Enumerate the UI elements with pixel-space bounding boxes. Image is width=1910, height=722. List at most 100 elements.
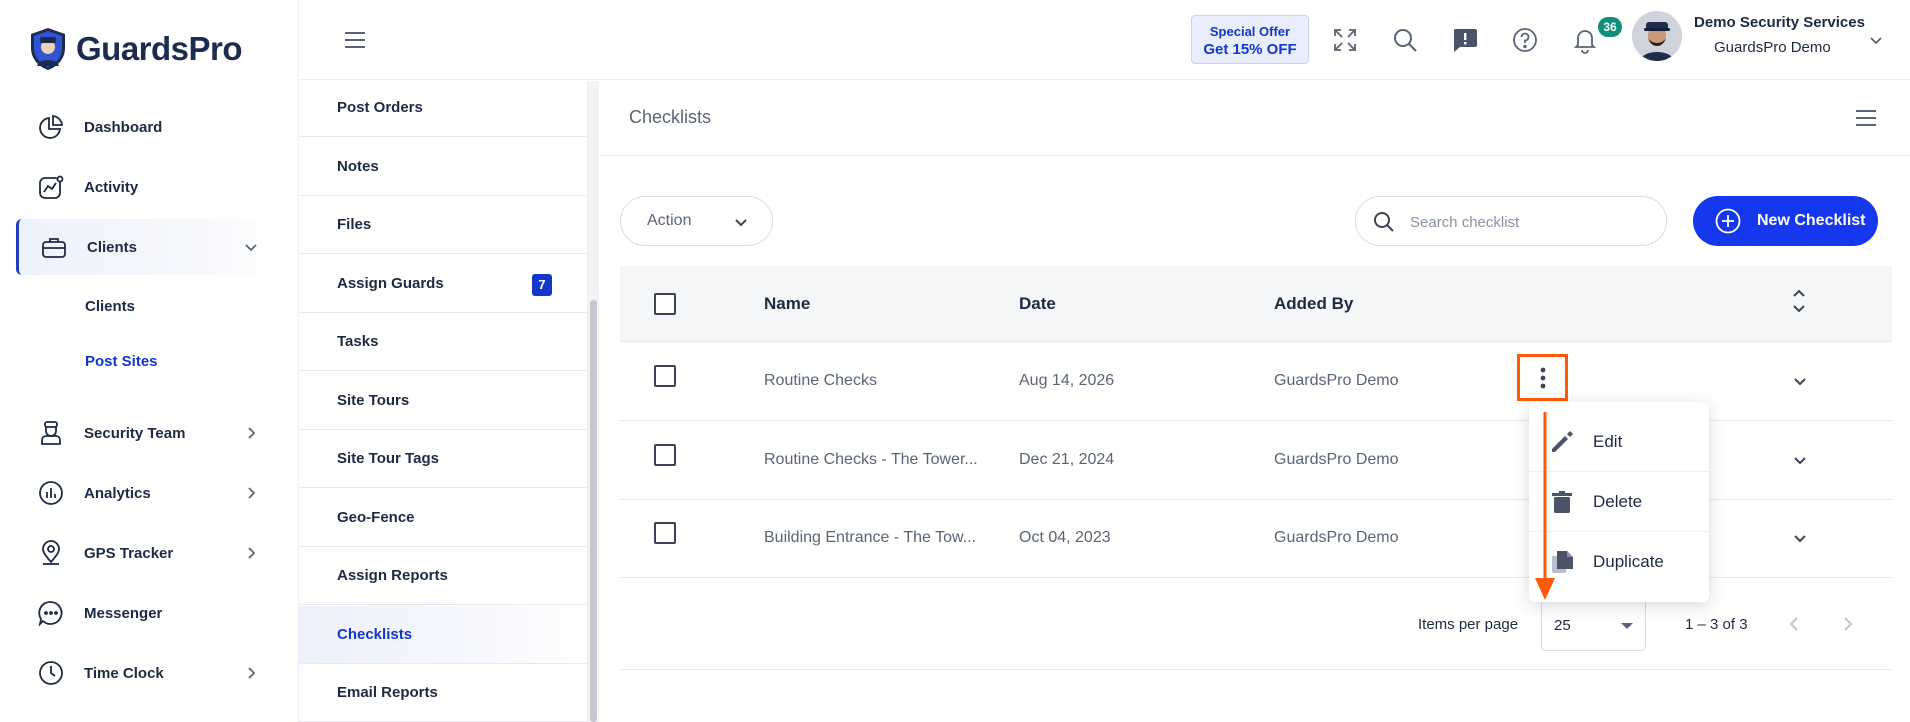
expand-row-chevron-icon[interactable]	[1791, 372, 1809, 390]
cell-added-by: GuardsPro Demo	[1274, 372, 1399, 389]
next-page-icon[interactable]	[1837, 614, 1857, 634]
sidebar-item-label: GPS Tracker	[84, 544, 174, 562]
select-all-checkbox[interactable]	[654, 293, 676, 315]
pagination-range: 1 – 3 of 3	[1685, 616, 1748, 633]
chevron-down-icon	[735, 219, 747, 227]
sort-icon[interactable]	[1790, 287, 1808, 315]
assign-guards-count-badge: 7	[532, 274, 552, 296]
search-box[interactable]	[1355, 196, 1667, 246]
sidebar-item-messenger[interactable]: Messenger	[16, 585, 278, 641]
items-per-page-value: 25	[1554, 617, 1571, 634]
clock-icon	[36, 658, 66, 688]
sidebar-item-label: Security Team	[84, 424, 186, 442]
pencil-icon	[1552, 430, 1573, 452]
menu-icon[interactable]	[1854, 108, 1878, 128]
menu-item-delete[interactable]: Delete	[1529, 472, 1709, 532]
pie-chart-icon	[36, 112, 66, 142]
user-avatar-icon	[1632, 11, 1682, 61]
subnav-item-site-tours[interactable]: Site Tours	[299, 372, 587, 430]
row-checkbox[interactable]	[654, 522, 676, 544]
sidebar-item-analytics[interactable]: Analytics	[16, 465, 278, 521]
subnav-item-assign-reports[interactable]: Assign Reports	[299, 547, 587, 605]
cell-date: Dec 21, 2024	[1019, 451, 1115, 468]
cell-date: Aug 14, 2026	[1019, 372, 1115, 389]
subnav-item-label: Assign Guards	[337, 275, 444, 292]
menu-item-edit[interactable]: Edit	[1529, 412, 1709, 472]
activity-chart-icon	[36, 172, 66, 202]
subnav-scrollbar-thumb[interactable]	[590, 300, 597, 722]
sidebar-item-label: Messenger	[84, 604, 163, 622]
search-input[interactable]	[1410, 209, 1650, 235]
cell-added-by: GuardsPro Demo	[1274, 529, 1399, 546]
brand-logo[interactable]: GuardsPro	[28, 26, 243, 72]
hamburger-menu-icon[interactable]	[343, 30, 367, 50]
user-name[interactable]: Demo Security Services	[1694, 14, 1865, 31]
subnav-item-assign-guards[interactable]: Assign Guards 7	[299, 255, 587, 313]
sidebar-item-activity[interactable]: Activity	[16, 159, 278, 215]
sidebar-item-label: Dashboard	[84, 118, 163, 136]
row-checkbox[interactable]	[654, 365, 676, 387]
cell-name: Routine Checks - The Tower...	[764, 451, 978, 468]
menu-item-duplicate[interactable]: Duplicate	[1529, 532, 1709, 592]
avatar[interactable]	[1632, 11, 1682, 61]
subnav-item-checklists[interactable]: Checklists	[299, 606, 587, 664]
new-checklist-button[interactable]: New Checklist	[1693, 196, 1878, 246]
more-vertical-icon	[1540, 367, 1545, 388]
subnav-item-email-reports[interactable]: Email Reports	[299, 664, 587, 722]
help-icon[interactable]	[1511, 26, 1539, 54]
row-actions-menu: Edit Delete Duplicate	[1529, 402, 1709, 602]
user-organization: GuardsPro Demo	[1714, 39, 1831, 56]
menu-item-label: Delete	[1593, 491, 1643, 511]
sidebar-subitem-clients[interactable]: Clients	[85, 298, 135, 315]
subnav-item-files[interactable]: Files	[299, 196, 587, 254]
subnav-item-post-orders[interactable]: Post Orders	[299, 81, 587, 137]
plus-circle-icon	[1715, 208, 1741, 234]
column-header-date[interactable]: Date	[1019, 294, 1056, 314]
chat-icon	[36, 598, 66, 628]
guard-shield-logo-icon	[31, 28, 65, 70]
copy-icon	[1552, 551, 1573, 573]
chevron-right-icon	[248, 427, 256, 439]
expand-row-chevron-icon[interactable]	[1791, 529, 1809, 547]
subnav-item-notes[interactable]: Notes	[299, 138, 587, 196]
sidebar-item-gps-tracker[interactable]: GPS Tracker	[16, 525, 278, 581]
action-dropdown[interactable]: Action	[620, 196, 773, 246]
sidebar-subitem-post-sites[interactable]: Post Sites	[85, 353, 158, 370]
column-header-name[interactable]: Name	[764, 294, 810, 314]
main-header: Checklists	[600, 81, 1910, 156]
subnav-item-geo-fence[interactable]: Geo-Fence	[299, 489, 587, 547]
special-offer-button[interactable]: Special Offer Get 15% OFF	[1191, 15, 1309, 64]
action-dropdown-label: Action	[647, 212, 692, 229]
briefcase-icon	[39, 232, 69, 262]
column-header-added-by[interactable]: Added By	[1274, 294, 1353, 314]
menu-item-label: Edit	[1593, 431, 1623, 451]
sidebar-item-time-clock[interactable]: Time Clock	[16, 645, 278, 701]
row-checkbox[interactable]	[654, 444, 676, 466]
search-icon[interactable]	[1391, 26, 1419, 54]
subnav-item-site-tour-tags[interactable]: Site Tour Tags	[299, 430, 587, 488]
sidebar-item-label: Clients	[87, 238, 138, 256]
sidebar-item-dashboard[interactable]: Dashboard	[16, 99, 278, 155]
new-checklist-label: New Checklist	[1757, 212, 1866, 229]
page-title: Checklists	[629, 107, 712, 127]
cell-name: Routine Checks	[764, 372, 877, 389]
sidebar-item-security-team[interactable]: Security Team	[16, 405, 278, 461]
chevron-down-icon[interactable]	[1867, 31, 1885, 49]
feedback-icon[interactable]	[1451, 26, 1479, 54]
analytics-icon	[36, 478, 66, 508]
cell-name: Building Entrance - The Tow...	[764, 529, 976, 546]
sidebar-item-clients[interactable]: Clients	[16, 219, 278, 275]
sidebar-item-label: Time Clock	[84, 664, 164, 682]
chevron-right-icon	[248, 547, 256, 559]
notification-bell-icon[interactable]	[1571, 26, 1599, 54]
cell-added-by: GuardsPro Demo	[1274, 451, 1399, 468]
fullscreen-icon[interactable]	[1331, 26, 1359, 54]
items-per-page-select[interactable]: 25	[1541, 600, 1646, 651]
expand-row-chevron-icon[interactable]	[1791, 451, 1809, 469]
top-bar: Special Offer Get 15% OFF 36 Demo Securi…	[299, 0, 1910, 80]
search-icon	[1374, 212, 1394, 232]
row-actions-button[interactable]	[1517, 354, 1568, 401]
previous-page-icon[interactable]	[1785, 614, 1805, 634]
subnav-item-tasks[interactable]: Tasks	[299, 313, 587, 371]
trash-icon	[1552, 490, 1572, 513]
